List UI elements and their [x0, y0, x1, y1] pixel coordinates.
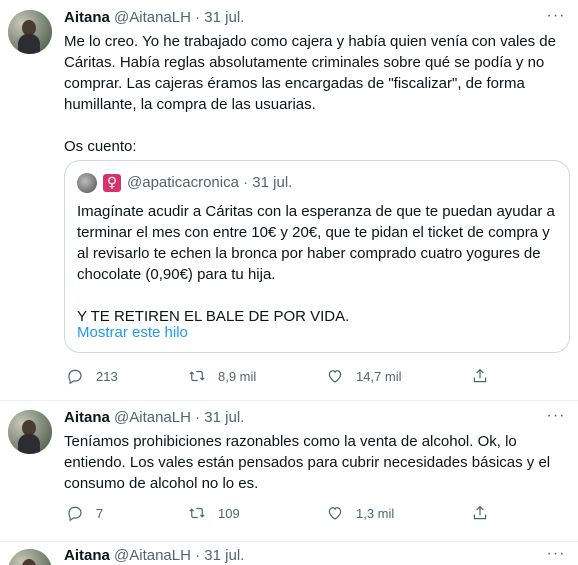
quoted-date: 31 jul. — [252, 174, 293, 191]
tweet[interactable]: Aitana @AitanaLH · 31 jul. ··· — [0, 541, 578, 565]
tweet-date[interactable]: 31 jul. — [204, 409, 244, 426]
retweet-count: 109 — [218, 505, 240, 521]
author-name[interactable]: Aitana — [64, 547, 110, 564]
author-handle[interactable]: @AitanaLH — [114, 409, 191, 426]
tweet-header: Aitana @AitanaLH · 31 jul. — [64, 546, 244, 565]
retweet-count: 8,9 mil — [218, 368, 257, 384]
tweet[interactable]: Aitana @AitanaLH · 31 jul. ··· Teníamos … — [0, 400, 578, 542]
share-icon — [473, 505, 487, 520]
retweet-icon — [189, 370, 205, 382]
reply-icon — [68, 369, 82, 385]
more-icon[interactable]: ··· — [546, 6, 566, 26]
tweet-text: Teníamos prohibiciones razonables como l… — [64, 433, 555, 492]
reply-icon — [68, 506, 82, 522]
separator-dot: · — [195, 409, 201, 426]
share-button[interactable] — [471, 366, 489, 386]
retweet-button[interactable]: 8,9 mil — [188, 366, 256, 386]
separator-dot: · — [195, 547, 201, 564]
more-icon[interactable]: ··· — [546, 406, 566, 426]
reply-button[interactable]: 7 — [66, 503, 103, 523]
author-name[interactable]: Aitana — [64, 9, 110, 26]
quoted-header: @apaticacronica · 31 jul. — [127, 173, 292, 193]
quoted-handle: @apaticacronica — [127, 174, 239, 191]
avatar[interactable] — [8, 549, 52, 565]
share-icon — [473, 368, 487, 383]
like-count: 14,7 mil — [356, 368, 402, 384]
retweet-icon — [189, 507, 205, 519]
avatar[interactable] — [8, 410, 52, 454]
like-button[interactable]: 14,7 mil — [326, 366, 402, 386]
avatar[interactable] — [8, 10, 52, 54]
reply-count: 213 — [96, 368, 118, 384]
reply-count: 7 — [96, 505, 104, 521]
like-count: 1,3 mil — [356, 505, 395, 521]
more-icon[interactable]: ··· — [546, 544, 566, 564]
reply-button[interactable]: 213 — [66, 366, 118, 386]
tweet-actions: 213 8,9 mil 14,7 mil — [64, 366, 504, 386]
tweet-date[interactable]: 31 jul. — [204, 9, 244, 26]
female-sign-icon: ♀ — [103, 174, 121, 192]
show-thread-link[interactable]: Mostrar este hilo — [77, 323, 188, 343]
share-button[interactable] — [471, 503, 489, 523]
tweet-header: Aitana @AitanaLH · 31 jul. — [64, 8, 244, 28]
tweet-text: Me lo creo. Yo he trabajado como cajera … — [64, 33, 556, 155]
tweet-actions: 7 109 1,3 mil — [64, 503, 504, 523]
author-name[interactable]: Aitana — [64, 409, 110, 426]
author-handle[interactable]: @AitanaLH — [114, 9, 191, 26]
tweet-date[interactable]: 31 jul. — [204, 547, 244, 564]
tweet[interactable]: Aitana @AitanaLH · 31 jul. ··· Me lo cre… — [0, 0, 578, 401]
author-handle[interactable]: @AitanaLH — [114, 547, 191, 564]
quoted-tweet[interactable]: ♀ @apaticacronica · 31 jul. Imagínate ac… — [64, 160, 570, 353]
like-icon — [328, 507, 342, 520]
tweet-header: Aitana @AitanaLH · 31 jul. — [64, 408, 244, 428]
like-button[interactable]: 1,3 mil — [326, 503, 394, 523]
like-icon — [328, 370, 342, 383]
separator-dot: · — [195, 9, 201, 26]
quoted-text: Imagínate acudir a Cáritas con la espera… — [77, 203, 555, 325]
quoted-avatar — [77, 173, 97, 193]
separator-dot: · — [243, 174, 249, 191]
retweet-button[interactable]: 109 — [188, 503, 240, 523]
